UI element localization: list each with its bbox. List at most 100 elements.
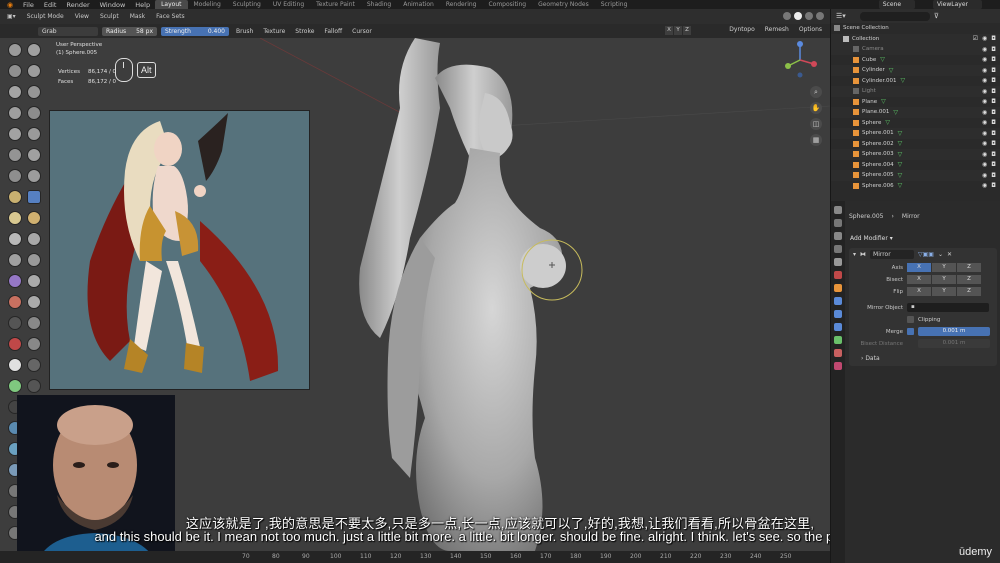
object-tab-icon[interactable]: [834, 284, 842, 292]
mask-brush-icon[interactable]: [8, 316, 22, 330]
tool-tab-icon[interactable]: [834, 206, 842, 214]
workspace-tab-uv-editing[interactable]: UV Editing: [267, 0, 310, 9]
filter-icon[interactable]: ⊽: [934, 12, 939, 20]
bisect-distance-field[interactable]: 0.001 m: [918, 339, 990, 348]
axis-y-toggle[interactable]: Y: [932, 263, 956, 272]
camera-render-icon[interactable]: ◘: [991, 140, 996, 147]
cloth-brush-icon[interactable]: [8, 295, 22, 309]
camera-render-icon[interactable]: ◘: [991, 172, 996, 179]
clay-brush-icon[interactable]: [8, 64, 22, 78]
outliner-item[interactable]: Sphere.005 ▽ ◉ ◘: [831, 170, 1000, 181]
remesh-dropdown[interactable]: Remesh: [765, 26, 789, 33]
menu-help[interactable]: Help: [130, 1, 155, 9]
multires-displacement-smear-icon[interactable]: [27, 337, 41, 351]
outliner-search-input[interactable]: [859, 11, 930, 21]
modifier-name-field[interactable]: Mirror: [870, 250, 915, 259]
view-layer-tab-icon[interactable]: [834, 245, 842, 253]
camera-render-icon[interactable]: ◘: [991, 109, 996, 116]
outliner-item[interactable]: Sphere.004 ▽ ◉ ◘: [831, 160, 1000, 171]
camera-render-icon[interactable]: ◘: [991, 161, 996, 168]
visibility-eye-icon[interactable]: ◉: [982, 119, 987, 126]
falloff-dropdown[interactable]: Falloff: [321, 28, 345, 35]
clay-strips-brush-icon[interactable]: [27, 64, 41, 78]
workspace-tab-animation[interactable]: Animation: [397, 0, 440, 9]
output-tab-icon[interactable]: [834, 232, 842, 240]
data-tab-icon[interactable]: [834, 336, 842, 344]
visibility-eye-icon[interactable]: ◉: [982, 77, 987, 84]
menu-window[interactable]: Window: [95, 1, 131, 9]
workspace-tab-sculpting[interactable]: Sculpting: [227, 0, 267, 9]
mirror-object-field[interactable]: ▪: [907, 303, 989, 312]
flip-y-toggle[interactable]: Y: [932, 287, 956, 296]
visibility-eye-icon[interactable]: ◉: [982, 151, 987, 158]
symmetry-z-button[interactable]: Z: [683, 26, 691, 35]
bisect-y-toggle[interactable]: Y: [932, 275, 956, 284]
slide-relax-brush-icon[interactable]: [8, 274, 22, 288]
outliner-editor-icon[interactable]: ☰▾: [836, 12, 846, 20]
blob-brush-icon[interactable]: [27, 106, 41, 120]
boundary-brush-icon[interactable]: [27, 274, 41, 288]
box-mask-icon[interactable]: [8, 379, 22, 393]
render-tab-icon[interactable]: [834, 219, 842, 227]
workspace-tab-compositing[interactable]: Compositing: [482, 0, 532, 9]
visibility-eye-icon[interactable]: ◉: [982, 109, 987, 116]
brush-dropdown[interactable]: Brush: [233, 28, 256, 35]
visibility-eye-icon[interactable]: ◉: [982, 98, 987, 105]
outliner-item[interactable]: Cylinder.001 ▽ ◉ ◘: [831, 76, 1000, 87]
visibility-eye-icon[interactable]: ◉: [982, 46, 987, 53]
outliner-item[interactable]: Light ◉ ◘: [831, 86, 1000, 97]
modifier-menu-icon[interactable]: ⌄: [938, 251, 943, 258]
merge-checkbox[interactable]: [907, 328, 914, 335]
camera-view-icon[interactable]: ◫: [810, 118, 822, 130]
camera-render-icon[interactable]: ◘: [991, 56, 996, 63]
simplify-brush-icon[interactable]: [27, 295, 41, 309]
camera-render-icon[interactable]: ◘: [991, 35, 996, 42]
smooth-brush-icon[interactable]: [27, 127, 41, 141]
grab-brush-icon[interactable]: [27, 190, 41, 204]
data-subpanel-header[interactable]: › Data: [861, 355, 997, 362]
layer-brush-icon[interactable]: [27, 85, 41, 99]
camera-render-icon[interactable]: ◘: [991, 46, 996, 53]
outliner-item[interactable]: Plane ▽ ◉ ◘: [831, 97, 1000, 108]
camera-render-icon[interactable]: ◘: [991, 151, 996, 158]
visibility-eye-icon[interactable]: ◉: [982, 35, 987, 42]
rotate-brush-icon[interactable]: [27, 253, 41, 267]
add-modifier-button[interactable]: Add Modifier ▾: [850, 235, 1000, 242]
workspace-tab-texture-paint[interactable]: Texture Paint: [310, 0, 361, 9]
bisect-x-toggle[interactable]: X: [907, 275, 931, 284]
material-tab-icon[interactable]: [834, 349, 842, 357]
camera-render-icon[interactable]: ◘: [991, 98, 996, 105]
snake-hook-brush-icon[interactable]: [27, 211, 41, 225]
blender-logo-icon[interactable]: ◉: [5, 1, 15, 9]
outliner-item[interactable]: Cube ▽ ◉ ◘: [831, 55, 1000, 66]
physics-tab-icon[interactable]: [834, 323, 842, 331]
workspace-tab-modeling[interactable]: Modeling: [188, 0, 227, 9]
camera-render-icon[interactable]: ◘: [991, 67, 996, 74]
pan-hand-icon[interactable]: ✋: [810, 102, 822, 114]
visibility-eye-icon[interactable]: ◉: [982, 172, 987, 179]
thumb-brush-icon[interactable]: [8, 232, 22, 246]
workspace-tab-shading[interactable]: Shading: [361, 0, 397, 9]
clipping-checkbox[interactable]: [907, 316, 914, 323]
pose-brush-icon[interactable]: [27, 232, 41, 246]
symmetry-x-button[interactable]: X: [665, 26, 673, 35]
draw-brush-icon[interactable]: [8, 43, 22, 57]
camera-render-icon[interactable]: ◘: [991, 77, 996, 84]
paint-brush-icon[interactable]: [8, 358, 22, 372]
workspace-tab-scripting[interactable]: Scripting: [595, 0, 634, 9]
exclude-checkbox[interactable]: ☑: [973, 35, 978, 42]
outliner-item[interactable]: Plane.001 ▽ ◉ ◘: [831, 107, 1000, 118]
visibility-eye-icon[interactable]: ◉: [982, 140, 987, 147]
pinch-brush-icon[interactable]: [8, 190, 22, 204]
remove-modifier-icon[interactable]: ✕: [947, 251, 952, 258]
visibility-eye-icon[interactable]: ◉: [982, 182, 987, 189]
menu-face-sets[interactable]: Face Sets: [153, 12, 187, 21]
navigation-gizmo[interactable]: [780, 40, 820, 80]
box-hide-icon[interactable]: [27, 379, 41, 393]
zoom-icon[interactable]: ⌕: [810, 86, 822, 98]
wireframe-shading-icon[interactable]: [783, 12, 791, 20]
draw-sharp-brush-icon[interactable]: [27, 43, 41, 57]
modifier-tab-icon[interactable]: [834, 297, 842, 305]
outliner-item[interactable]: Sphere ▽ ◉ ◘: [831, 118, 1000, 129]
world-tab-icon[interactable]: [834, 271, 842, 279]
